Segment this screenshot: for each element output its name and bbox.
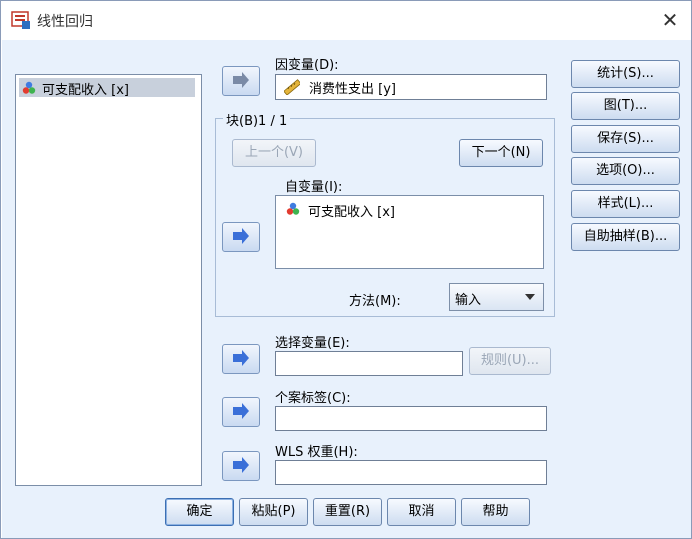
chevron-down-icon: [525, 294, 535, 300]
dependent-field[interactable]: 消费性支出 [y]: [275, 74, 547, 100]
list-item-label: 可支配收入 [x]: [42, 83, 129, 98]
linear-regression-dialog: 线性回归 ✕ 可支配收入 [x] 因变量(D): 消费性支出 [y] 块(B)1…: [0, 0, 692, 539]
move-to-selection-button[interactable]: [222, 344, 260, 374]
close-icon[interactable]: ✕: [659, 9, 681, 31]
paste-button[interactable]: 粘贴(P): [239, 498, 308, 526]
independent-label: 自变量(I):: [285, 180, 343, 195]
previous-block-button[interactable]: 上一个(V): [232, 139, 316, 167]
move-to-dependent-button[interactable]: [222, 66, 260, 96]
list-item[interactable]: 可支配收入 [x]: [19, 78, 195, 98]
selection-label: 选择变量(E):: [275, 336, 350, 351]
rule-button[interactable]: 规则(U)...: [469, 347, 551, 375]
right-arrow-icon: [233, 72, 249, 88]
right-arrow-icon: [233, 350, 249, 366]
wls-label: WLS 权重(H):: [275, 445, 358, 460]
style-button[interactable]: 样式(L)...: [571, 190, 680, 218]
block-title: 块(B)1 / 1: [223, 110, 291, 129]
dialog-body: 可支配收入 [x] 因变量(D): 消费性支出 [y] 块(B)1 / 1 上一…: [2, 40, 691, 538]
window-title: 线性回归: [37, 14, 93, 30]
dependent-value: 消费性支出 [y]: [309, 82, 396, 97]
method-label: 方法(M):: [349, 294, 401, 309]
save-button[interactable]: 保存(S)...: [571, 125, 680, 153]
move-to-wls-button[interactable]: [222, 451, 260, 481]
plots-button[interactable]: 图(T)...: [571, 92, 680, 120]
cancel-button[interactable]: 取消: [387, 498, 456, 526]
method-select[interactable]: 输入: [449, 283, 544, 311]
source-variable-list[interactable]: 可支配收入 [x]: [15, 74, 202, 486]
scale-variable-icon: [286, 202, 300, 215]
selection-field[interactable]: [275, 351, 463, 376]
ok-button[interactable]: 确定: [165, 498, 234, 526]
move-to-independent-button[interactable]: [222, 222, 260, 252]
list-item[interactable]: 可支配收入 [x]: [276, 196, 543, 220]
title-bar: 线性回归 ✕: [1, 1, 691, 39]
right-arrow-icon: [233, 457, 249, 473]
right-arrow-icon: [233, 228, 249, 244]
dependent-label: 因变量(D):: [275, 58, 339, 73]
case-labels-field[interactable]: [275, 406, 547, 431]
method-value: 输入: [455, 293, 482, 308]
reset-button[interactable]: 重置(R): [313, 498, 382, 526]
spss-app-icon: [11, 11, 30, 29]
bootstrap-button[interactable]: 自助抽样(B)...: [571, 223, 680, 251]
move-to-case-labels-button[interactable]: [222, 397, 260, 427]
list-item-label: 可支配收入 [x]: [308, 205, 395, 220]
scale-variable-icon: [22, 81, 36, 94]
next-block-button[interactable]: 下一个(N): [459, 139, 543, 167]
help-button[interactable]: 帮助: [461, 498, 530, 526]
ruler-variable-icon: [284, 79, 300, 95]
independent-variable-list[interactable]: 可支配收入 [x]: [275, 195, 544, 269]
wls-field[interactable]: [275, 460, 547, 485]
right-arrow-icon: [233, 403, 249, 419]
case-labels-label: 个案标签(C):: [275, 391, 351, 406]
options-button[interactable]: 选项(O)...: [571, 157, 680, 185]
statistics-button[interactable]: 统计(S)...: [571, 60, 680, 88]
